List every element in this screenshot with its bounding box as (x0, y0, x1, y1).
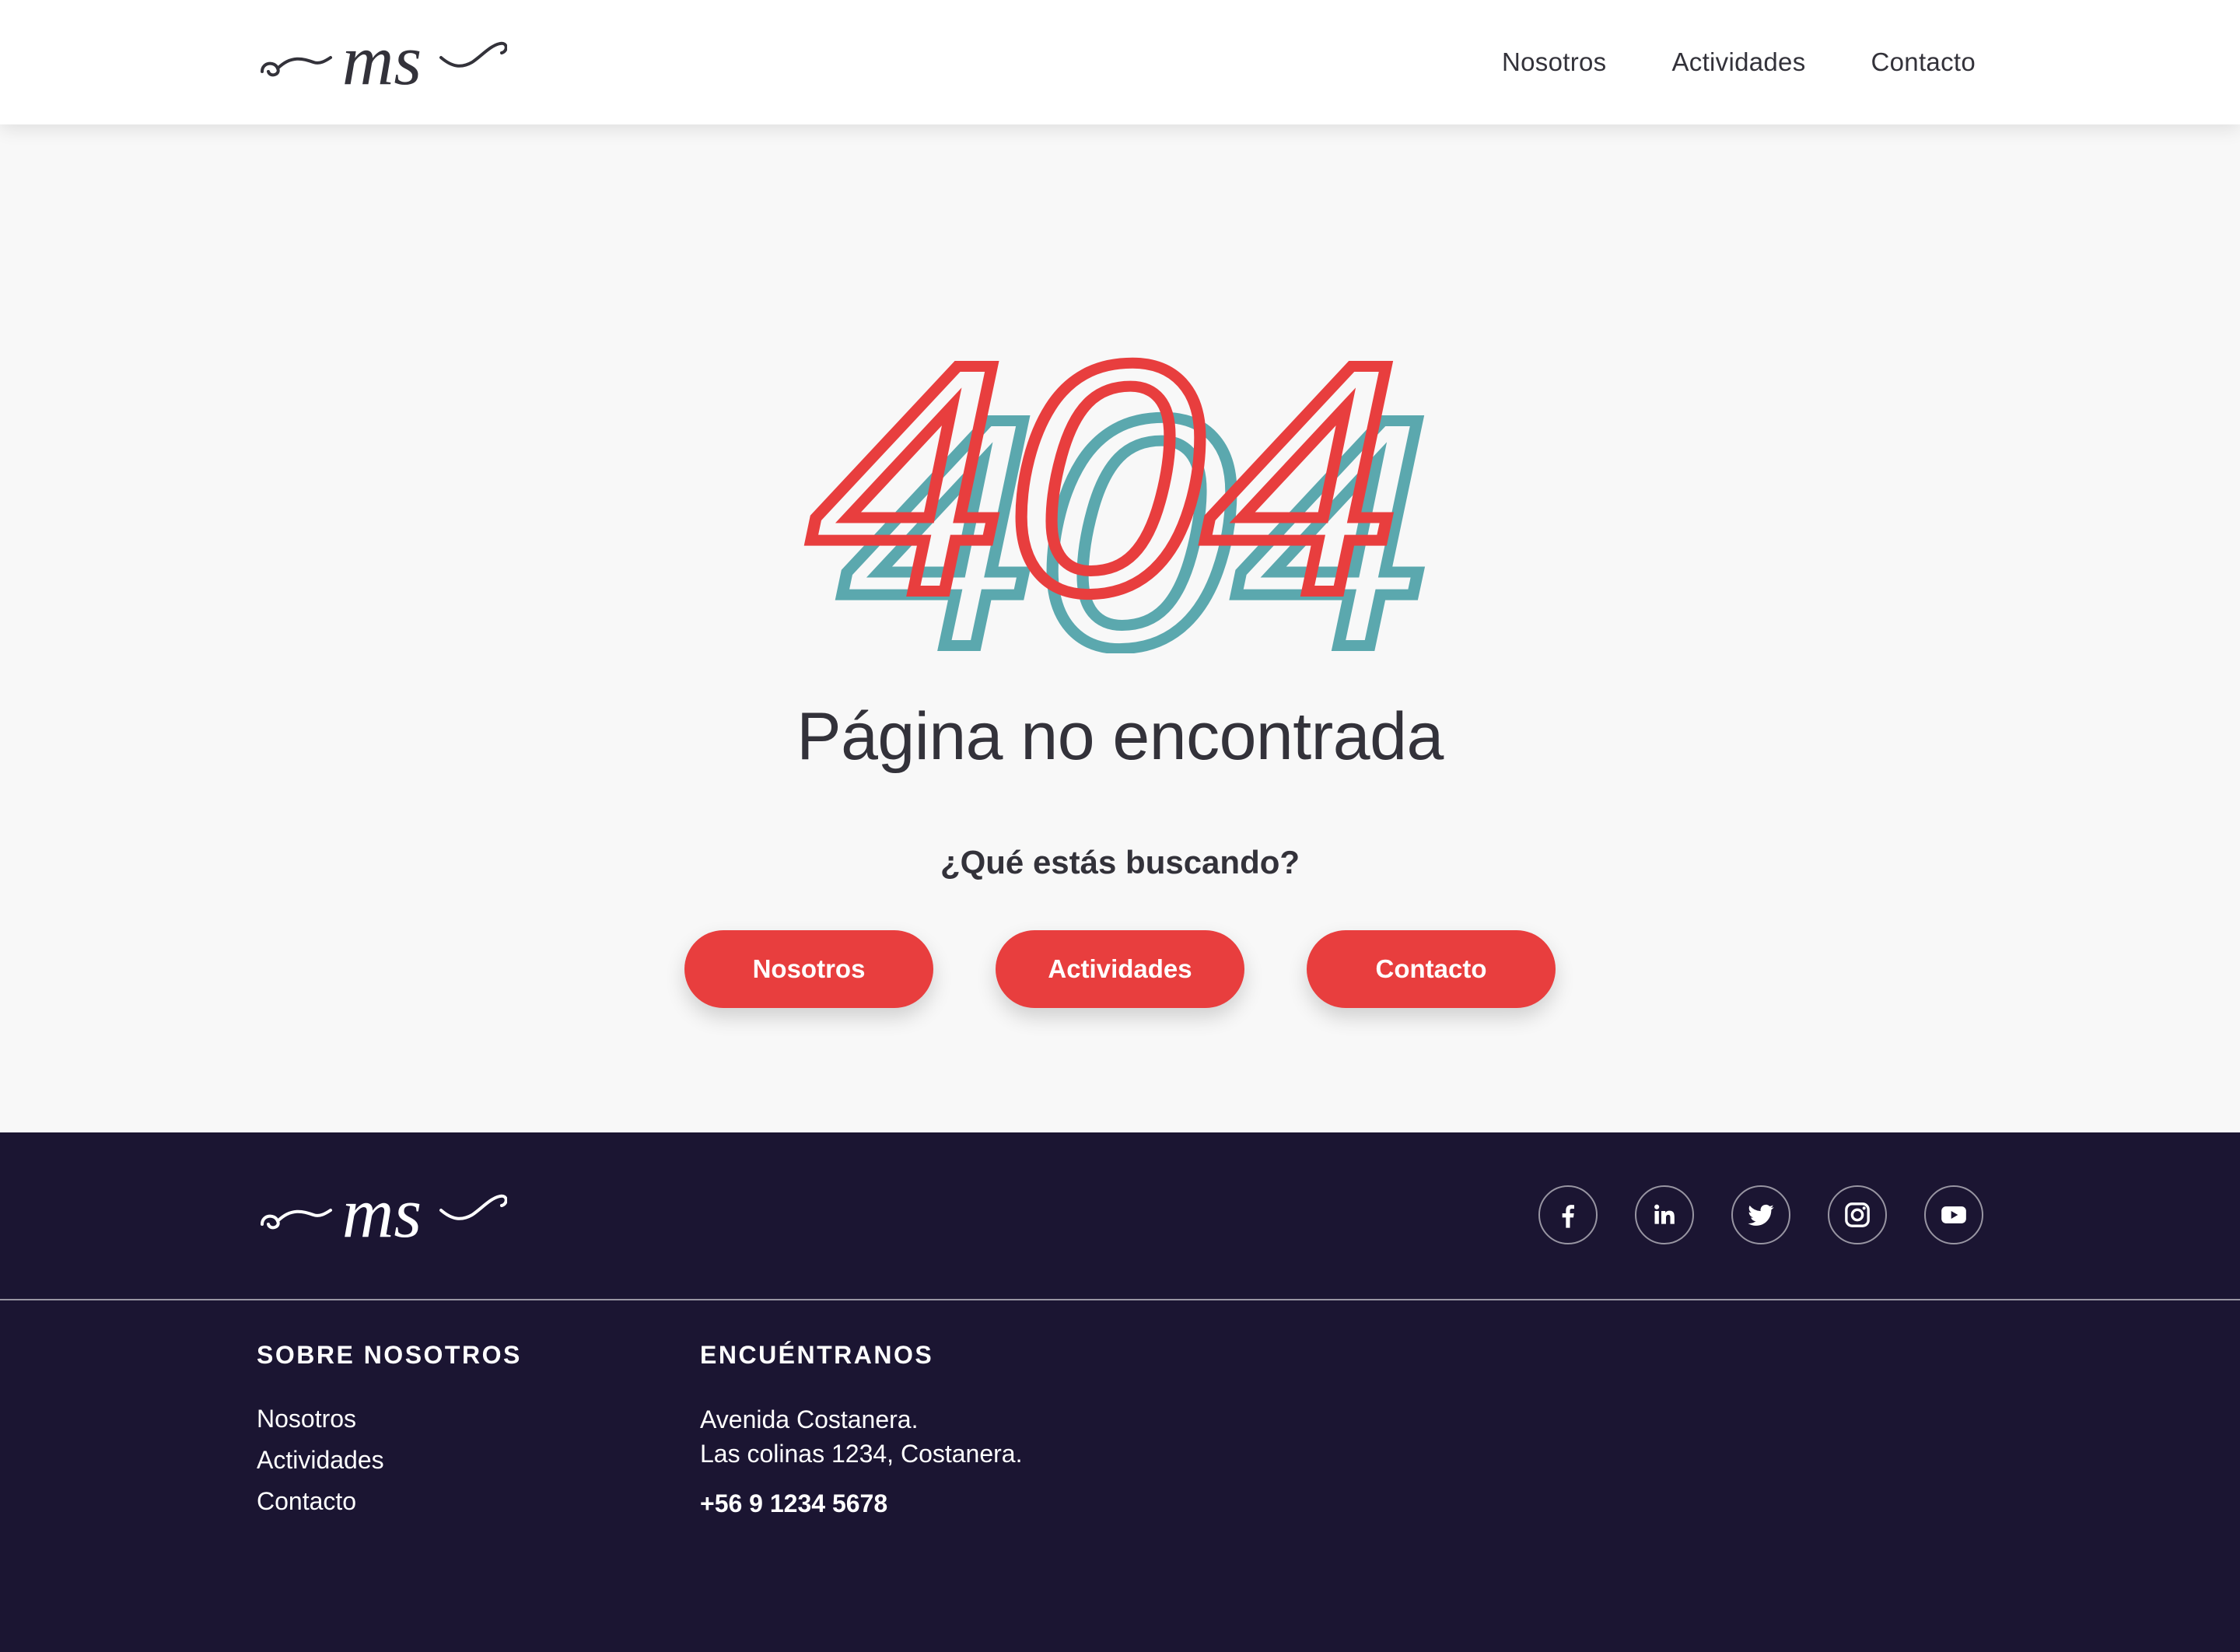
search-question: ¿Qué estás buscando? (940, 844, 1300, 880)
nav-actividades[interactable]: Actividades (1671, 47, 1805, 77)
main-content: 404 404 Página no encontrada ¿Qué estás … (0, 124, 2240, 1132)
nav-nosotros[interactable]: Nosotros (1502, 47, 1606, 77)
footer-logo[interactable]: ms (257, 1176, 507, 1254)
phone-number[interactable]: +56 9 1234 5678 (700, 1486, 1022, 1521)
facebook-icon (1562, 1205, 1574, 1228)
nav-contacto[interactable]: Contacto (1871, 47, 1976, 77)
page-title: Página no encontrada (796, 699, 1444, 774)
footer-link-contacto[interactable]: Contacto (257, 1477, 522, 1526)
youtube-link[interactable] (1924, 1185, 1983, 1244)
social-links (1538, 1185, 1983, 1244)
main-nav: Nosotros Actividades Contacto (1502, 0, 1976, 124)
suggestion-buttons: Nosotros Actividades Contacto (684, 930, 1556, 1008)
header-logo-text: ms (342, 23, 422, 100)
facebook-link[interactable] (1538, 1185, 1598, 1244)
site-header: ms Nosotros Actividades Contacto (0, 0, 2240, 124)
footer-about-column: SOBRE NOSOTROS Nosotros Actividades Cont… (257, 1341, 522, 1526)
nosotros-button[interactable]: Nosotros (684, 930, 933, 1008)
twitter-icon (1748, 1204, 1774, 1226)
address-line-2: Las colinas 1234, Costanera. (700, 1440, 1023, 1468)
linkedin-icon (1654, 1204, 1675, 1224)
linkedin-link[interactable] (1635, 1185, 1694, 1244)
site-footer: ms SOBRE NOSOTROS Nosotros Actividades C… (0, 1132, 2240, 1652)
find-heading: ENCUÉNTRANOS (700, 1341, 934, 1369)
footer-logo-text: ms (342, 1176, 422, 1252)
address-line-1: Avenida Costanera. (700, 1405, 919, 1433)
contacto-button[interactable]: Contacto (1307, 930, 1556, 1008)
instagram-icon (1845, 1202, 1870, 1227)
error-404-graphic: 404 404 (803, 291, 1437, 653)
error-code: 404 (809, 296, 1400, 653)
twitter-link[interactable] (1731, 1185, 1790, 1244)
about-heading: SOBRE NOSOTROS (257, 1341, 522, 1369)
actividades-button[interactable]: Actividades (996, 930, 1244, 1008)
header-logo[interactable]: ms (257, 23, 507, 101)
youtube-icon (1941, 1206, 1966, 1223)
instagram-link[interactable] (1828, 1185, 1887, 1244)
footer-divider (0, 1299, 2240, 1300)
footer-contact-column: ENCUÉNTRANOS Avenida Costanera. Las coli… (700, 1341, 1022, 1521)
